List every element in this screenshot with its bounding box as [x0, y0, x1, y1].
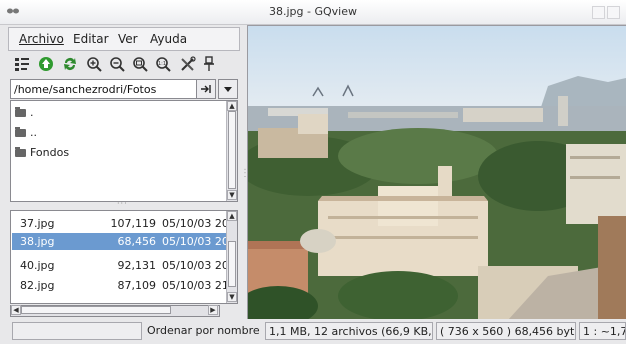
path-field[interactable]: /home/sanchezrodri/Fotos	[10, 79, 216, 99]
file-hscrollbar[interactable]: ◀ ▶	[10, 305, 220, 317]
file-size: 92,131	[117, 259, 157, 272]
scroll-down-arrow[interactable]: ▼	[227, 292, 237, 302]
menu-bar: Archivo Editar Ver Ayuda	[8, 27, 240, 51]
file-name: 40.jpg	[20, 259, 55, 272]
file-row-selected[interactable]: 38.jpg 68,456 05/10/03 20	[12, 233, 230, 250]
dir-label: Fondos	[30, 146, 70, 159]
file-name: 38.jpg	[20, 235, 55, 248]
dir-label: .	[30, 106, 34, 119]
tools-icon[interactable]	[180, 56, 196, 72]
scroll-thumb[interactable]	[228, 241, 236, 287]
file-size: 87,109	[117, 279, 157, 292]
file-list: 37.jpg 107,119 05/10/03 20 38.jpg 68,456…	[10, 210, 238, 304]
file-size: 68,456	[117, 235, 157, 248]
go-arrow-icon	[201, 85, 211, 93]
file-size: 107,119	[110, 217, 157, 230]
file-date: 05/10/03 20	[162, 235, 229, 248]
scroll-up-arrow[interactable]: ▲	[227, 211, 237, 221]
file-date: 05/10/03 20	[162, 217, 229, 230]
maximize-button[interactable]	[607, 6, 620, 19]
scroll-up-arrow[interactable]: ▲	[227, 101, 237, 111]
file-date: 05/10/03 21	[162, 279, 229, 292]
path-history-dropdown[interactable]	[218, 79, 238, 99]
dir-label: ..	[30, 126, 37, 139]
file-row[interactable]: 40.jpg 92,131 05/10/03 20	[12, 257, 230, 274]
chevron-down-icon	[224, 87, 232, 92]
file-name: 37.jpg	[20, 217, 55, 230]
scroll-thumb[interactable]	[21, 306, 171, 314]
scroll-thumb[interactable]	[228, 111, 236, 189]
toolbar: 1:1	[8, 52, 240, 76]
menu-editar[interactable]: Editar	[73, 32, 109, 46]
status-progress	[12, 322, 142, 340]
title-bar: 38.jpg - GQview	[0, 0, 626, 25]
menu-archivo[interactable]: Archivo	[19, 32, 64, 46]
file-name: 82.jpg	[20, 279, 55, 292]
dir-item-parent[interactable]: ..	[15, 126, 37, 139]
scroll-down-arrow[interactable]: ▼	[227, 190, 237, 200]
zoom-out-icon[interactable]	[109, 56, 125, 72]
refresh-icon[interactable]	[62, 56, 78, 72]
status-bar: Ordenar por nombre 1,1 MB, 12 archivos (…	[0, 319, 626, 344]
file-scrollbar[interactable]: ▲ ▼	[226, 211, 237, 303]
window-title: 38.jpg - GQview	[269, 5, 357, 18]
svg-text:1:1: 1:1	[158, 61, 166, 67]
image-viewer[interactable]	[247, 25, 626, 321]
zoom-original-icon[interactable]: 1:1	[155, 56, 171, 72]
sort-label[interactable]: Ordenar por nombre	[145, 322, 263, 340]
dir-scrollbar[interactable]: ▲ ▼	[226, 101, 237, 201]
file-date: 05/10/03 20	[162, 259, 229, 272]
home-icon[interactable]	[38, 56, 54, 72]
status-summary: 1,1 MB, 12 archivos (66,9 KB,	[265, 322, 433, 340]
zoom-in-icon[interactable]	[86, 56, 102, 72]
path-value: /home/sanchezrodri/Fotos	[14, 83, 157, 96]
dir-item-fondos[interactable]: Fondos	[15, 146, 69, 159]
photo-image	[248, 26, 626, 320]
path-go-button[interactable]	[196, 79, 216, 99]
menu-ver[interactable]: Ver	[118, 32, 138, 46]
pin-icon[interactable]	[201, 56, 217, 72]
scroll-left-arrow[interactable]: ◀	[11, 305, 21, 315]
pane-splitter[interactable]: ···	[117, 199, 128, 208]
folder-icon	[15, 147, 26, 157]
dir-item-current[interactable]: .	[15, 106, 34, 119]
zoom-fit-icon[interactable]	[132, 56, 148, 72]
directory-list: . .. Fondos ▲ ▼	[10, 100, 238, 202]
status-image-info: ( 736 x 560 ) 68,456 byte	[436, 322, 576, 340]
file-row[interactable]: 37.jpg 107,119 05/10/03 20	[12, 215, 230, 232]
folder-icon	[15, 107, 26, 117]
scroll-right-arrow[interactable]: ▶	[208, 305, 218, 315]
menu-ayuda[interactable]: Ayuda	[150, 32, 187, 46]
thumbnails-icon[interactable]	[14, 56, 30, 72]
folder-icon	[15, 127, 26, 137]
file-row[interactable]: 82.jpg 87,109 05/10/03 21	[12, 277, 230, 294]
status-zoom: 1 : ~1,7	[579, 322, 626, 340]
minimize-button[interactable]	[592, 6, 605, 19]
